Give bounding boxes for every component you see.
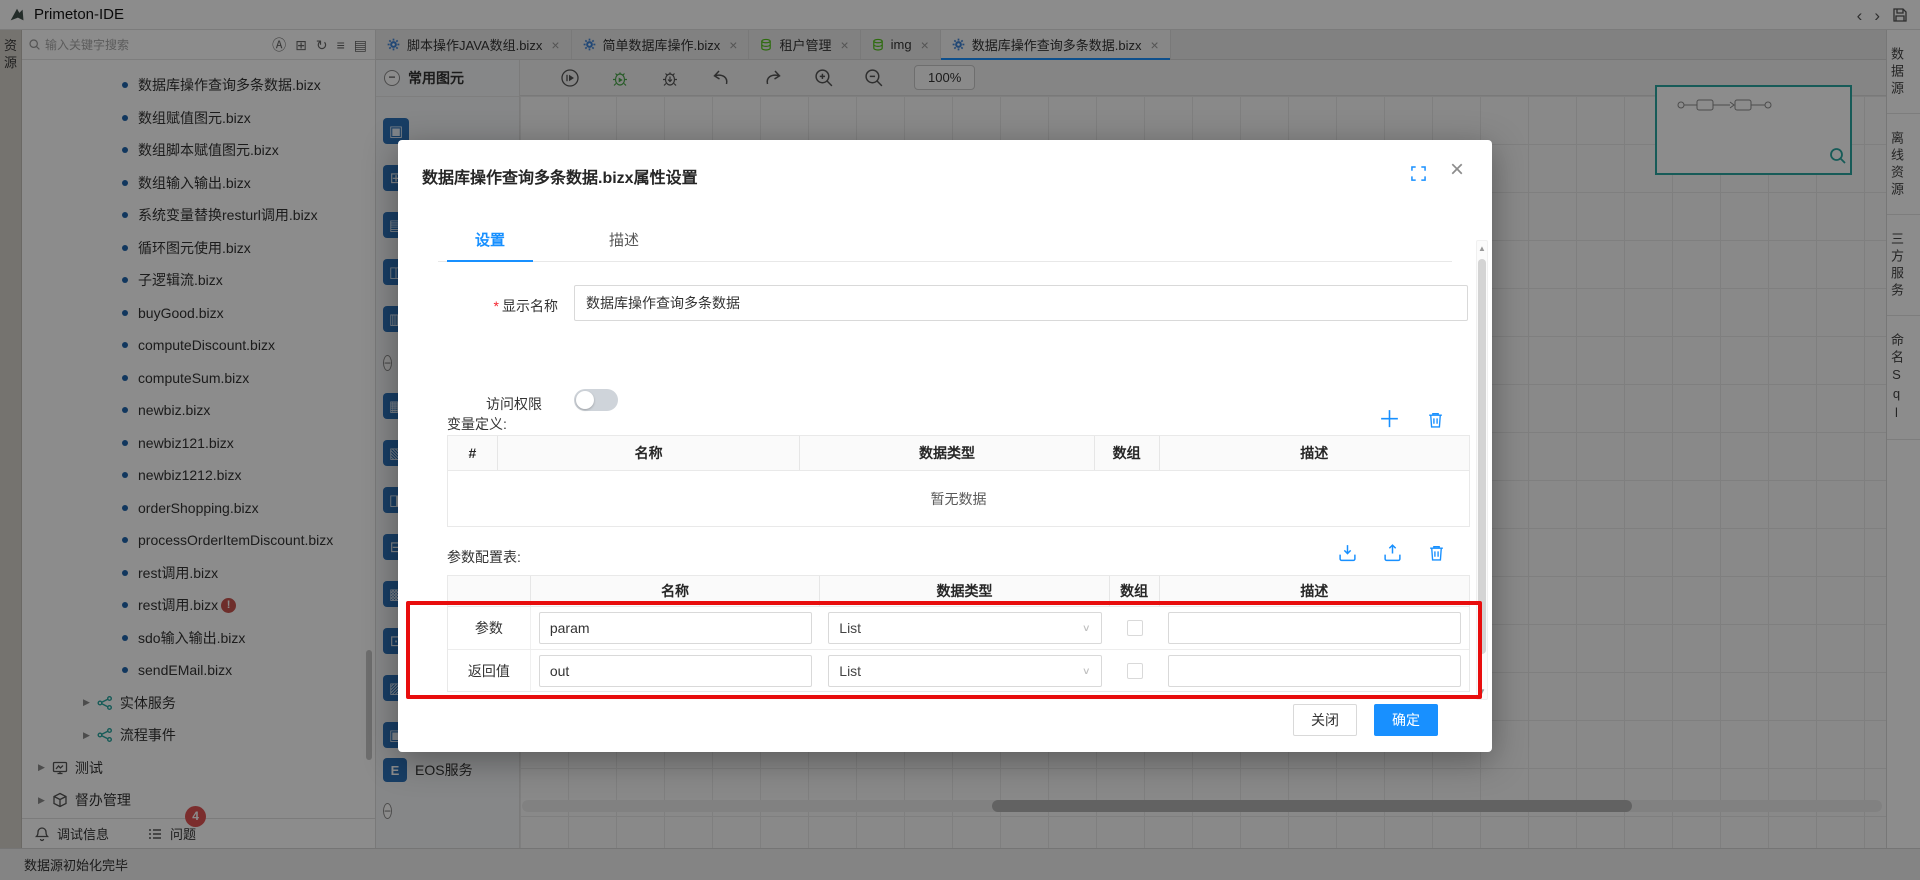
variables-table-header: # 名称 数据类型 数组 描述 (448, 436, 1469, 471)
scrollbar-thumb[interactable] (1478, 259, 1486, 654)
access-permission-toggle[interactable] (574, 389, 618, 411)
column-header: # (448, 436, 498, 470)
app-window: Primeton-IDE ‹ › 资源 Ⓐ⊞↻≡▤ (0, 0, 1920, 880)
params-table: 名称数据类型数组 描述 参数 List ∨ (447, 575, 1470, 692)
delete-variable-icon[interactable] (1427, 411, 1444, 429)
ok-button[interactable]: 确定 (1374, 704, 1438, 736)
column-header: 名称 (498, 436, 801, 470)
datatype-select[interactable]: List ∨ (828, 654, 1102, 687)
column-header: 描述 (1300, 583, 1329, 599)
variables-section-label: 变量定义: (447, 416, 507, 432)
dialog-tab[interactable]: 设置 (447, 218, 533, 262)
chevron-down-icon: ∨ (1081, 622, 1091, 634)
param: 参数 List ∨ (448, 607, 1469, 649)
variables-table: # 名称 数据类型 数组 描述 暂无数据 (447, 435, 1470, 527)
column-header: 数组 (1095, 436, 1160, 470)
array-checkbox[interactable] (1126, 662, 1143, 679)
params-table-body: 参数 List ∨ 返回值 (448, 607, 1469, 691)
param-type-label: 返回值 (448, 650, 531, 691)
chevron-down-icon: ∨ (1081, 664, 1091, 677)
param-type-label: 参数 (448, 607, 531, 649)
column-header: 描述 (1300, 445, 1329, 461)
required-mark: * (493, 298, 499, 314)
scroll-up-icon[interactable]: ▲ (1477, 244, 1487, 253)
dialog-scrollbar[interactable]: ▲ ▼ (1476, 240, 1488, 700)
column-header: 数据类型 (820, 576, 1110, 606)
access-permission-label: 访问权限 (486, 396, 542, 412)
delete-params-icon[interactable] (1428, 544, 1445, 562)
column-header: 数组 (1110, 576, 1160, 606)
dialog-tabs: 设置 描述 (438, 218, 1452, 262)
add-variable-icon[interactable]: ＋ (1378, 408, 1401, 431)
datatype-value: List (839, 662, 862, 679)
param-desc-input[interactable] (1167, 654, 1462, 687)
param-name-input[interactable] (538, 612, 813, 644)
params-section-label: 参数配置表: (447, 549, 521, 565)
param-name-input[interactable] (538, 654, 813, 687)
dialog-title: 数据库操作查询多条数据.bizx属性设置 (422, 170, 698, 187)
display-name-label: * 显示名称 (493, 298, 558, 314)
close-button[interactable]: 关闭 (1293, 704, 1357, 736)
display-name-input[interactable] (574, 285, 1468, 321)
column-header (448, 576, 531, 606)
column-header: 数据类型 (800, 436, 1095, 470)
dialog-tab[interactable]: 描述 (581, 218, 667, 261)
array-checkbox[interactable] (1126, 620, 1143, 636)
fullscreen-icon[interactable] (1411, 166, 1426, 186)
scroll-down-icon[interactable]: ▼ (1477, 687, 1487, 696)
close-icon[interactable]: × (1450, 158, 1464, 182)
column-header: 名称 (531, 576, 821, 606)
params-table-header: 名称 数据类型 数组 描述 (448, 576, 1469, 607)
param-desc-input[interactable] (1167, 612, 1462, 644)
export-params-icon[interactable] (1383, 543, 1402, 562)
import-params-icon[interactable] (1338, 543, 1357, 562)
properties-dialog: 数据库操作查询多条数据.bizx属性设置 × 设置描述 *显示名称 访问权限 变… (398, 140, 1492, 752)
datatype-select[interactable]: List ∨ (828, 612, 1102, 644)
variables-empty-state: 暂无数据 (448, 471, 1469, 526)
datatype-value: List (839, 620, 862, 636)
out: 返回值 List ∨ (448, 649, 1469, 691)
